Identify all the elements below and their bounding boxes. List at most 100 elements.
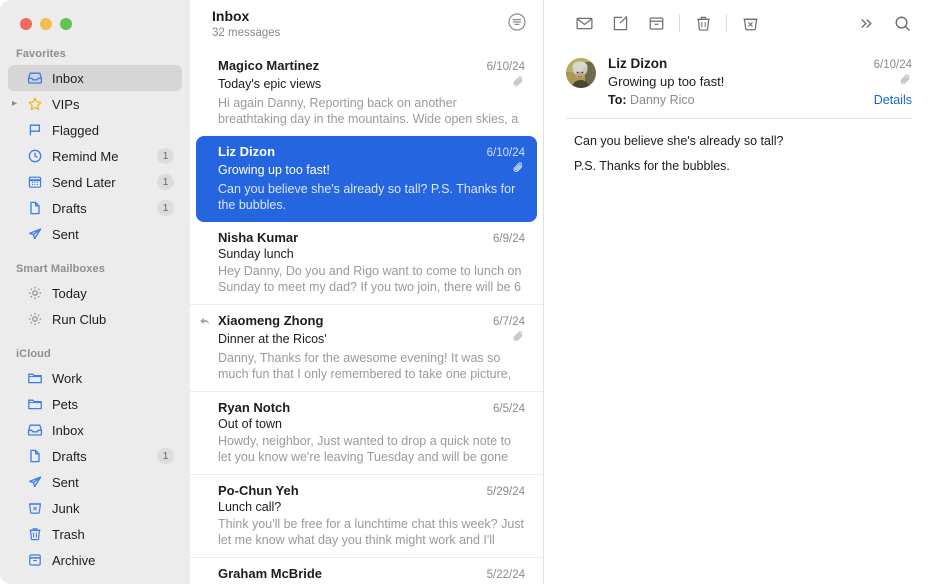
sidebar-item-icloud-sent[interactable]: Sent xyxy=(8,469,182,495)
message-sender: Ryan Notch xyxy=(218,400,290,415)
sidebar-item-send-later[interactable]: Send Later 1 xyxy=(8,169,182,195)
sidebar-item-label: Pets xyxy=(52,397,182,412)
message-subject: Sunday lunch xyxy=(218,247,294,261)
folder-icon xyxy=(26,396,43,413)
body-paragraph: P.S. Thanks for the bubbles. xyxy=(574,158,912,175)
gear-icon xyxy=(26,285,43,302)
paper-plane-icon xyxy=(26,474,43,491)
message-subject: Today's epic views xyxy=(218,77,321,91)
sort-filter-icon[interactable] xyxy=(507,12,527,37)
message-list-item[interactable]: Nisha Kumar 6/9/24 Sunday lunch Hey Dann… xyxy=(190,222,543,304)
message-sender: Graham McBride xyxy=(218,566,322,581)
message-subject: Lunch call? xyxy=(218,500,281,514)
unread-badge: 1 xyxy=(157,448,174,464)
minimize-button[interactable] xyxy=(40,18,52,30)
sidebar-item-trash[interactable]: Trash xyxy=(8,521,182,547)
chevron-double-right-icon[interactable] xyxy=(848,9,884,37)
mail-window: Favorites Inbox ▸ VIPs xyxy=(0,0,934,584)
to-label: To: xyxy=(608,93,627,107)
paper-plane-icon xyxy=(26,226,43,243)
message-body: Can you believe she's already so tall? P… xyxy=(544,119,934,175)
sidebar-item-flagged[interactable]: Flagged xyxy=(8,117,182,143)
sidebar-item-pets[interactable]: Pets xyxy=(8,391,182,417)
inbox-icon xyxy=(26,70,43,87)
sidebar-item-drafts[interactable]: Drafts 1 xyxy=(8,195,182,221)
message-date: 6/10/24 xyxy=(487,61,525,73)
sidebar-item-label: Today xyxy=(52,286,182,301)
reply-arrow-icon xyxy=(198,315,211,333)
message-list-item[interactable]: Po-Chun Yeh 5/29/24 Lunch call? Think yo… xyxy=(190,474,543,557)
document-icon xyxy=(26,448,43,465)
sidebar-item-icloud-inbox[interactable]: Inbox xyxy=(8,417,182,443)
delete-button[interactable] xyxy=(685,9,721,37)
mark-unread-button[interactable] xyxy=(566,9,602,37)
gear-icon xyxy=(26,311,43,328)
toolbar-separator xyxy=(679,14,680,32)
archive-button[interactable] xyxy=(638,9,674,37)
trash-icon xyxy=(26,526,43,543)
paperclip-icon xyxy=(512,161,525,179)
message-sender: Magico Martinez xyxy=(218,58,319,73)
message-recipients: To: Danny Rico xyxy=(608,93,695,107)
message-date: 6/5/24 xyxy=(493,403,525,415)
message-date: 6/7/24 xyxy=(493,316,525,328)
sidebar-item-label: Drafts xyxy=(52,201,157,216)
details-link[interactable]: Details xyxy=(874,93,912,107)
sidebar-item-work[interactable]: Work xyxy=(8,365,182,391)
message-date: 6/9/24 xyxy=(493,233,525,245)
sidebar-item-remind-me[interactable]: Remind Me 1 xyxy=(8,143,182,169)
message-list-item[interactable]: Magico Martinez 6/10/24 Today's epic vie… xyxy=(190,50,543,136)
paperclip-icon xyxy=(512,75,525,93)
document-icon xyxy=(26,200,43,217)
sidebar-item-archive[interactable]: Archive xyxy=(8,547,182,573)
to-value: Danny Rico xyxy=(630,93,695,107)
sidebar-item-icloud-drafts[interactable]: Drafts 1 xyxy=(8,443,182,469)
sidebar-item-label: Sent xyxy=(52,227,182,242)
message-preview: Can you believe she's already so tall? P… xyxy=(218,181,525,213)
message-detail-pane: Liz Dizon 6/10/24 Growing up too fast! T… xyxy=(544,0,934,584)
message-date: 5/22/24 xyxy=(487,569,525,581)
sidebar-item-today[interactable]: Today xyxy=(8,280,182,306)
archive-icon xyxy=(26,552,43,569)
spacer xyxy=(0,332,190,342)
sidebar-item-junk[interactable]: Junk xyxy=(8,495,182,521)
mailbox-title: Inbox xyxy=(212,8,280,25)
sidebar-item-label: Inbox xyxy=(52,71,182,86)
sidebar-item-label: VIPs xyxy=(52,97,182,112)
chevron-right-icon[interactable]: ▸ xyxy=(12,99,17,109)
message-list-item[interactable]: Ryan Notch 6/5/24 Out of town Howdy, nei… xyxy=(190,391,543,474)
zoom-button[interactable] xyxy=(60,18,72,30)
message-list-header: Inbox 32 messages xyxy=(190,0,543,50)
junk-bin-icon xyxy=(26,500,43,517)
message-preview: Howdy, neighbor, Just wanted to drop a q… xyxy=(218,433,525,465)
inbox-icon xyxy=(26,422,43,439)
spacer xyxy=(0,247,190,257)
message-sender: Xiaomeng Zhong xyxy=(218,313,323,328)
sidebar-item-run-club[interactable]: Run Club xyxy=(8,306,182,332)
sidebar: Favorites Inbox ▸ VIPs xyxy=(0,0,190,584)
message-subject: Growing up too fast! xyxy=(608,74,724,89)
message-preview: Think you'll be free for a lunchtime cha… xyxy=(218,516,525,548)
message-list-item[interactable]: Xiaomeng Zhong 6/7/24 Dinner at the Rico… xyxy=(190,304,543,391)
compose-button[interactable] xyxy=(602,9,638,37)
folder-icon xyxy=(26,370,43,387)
sidebar-item-vips[interactable]: ▸ VIPs xyxy=(8,91,182,117)
junk-button[interactable] xyxy=(732,9,768,37)
paperclip-icon xyxy=(899,73,912,91)
close-button[interactable] xyxy=(20,18,32,30)
sidebar-item-label: Work xyxy=(52,371,182,386)
message-list[interactable]: Inbox 32 messages Magico Martinez 6/10/2… xyxy=(190,0,544,584)
sidebar-item-label: Inbox xyxy=(52,423,182,438)
message-list-item[interactable]: Graham McBride 5/22/24 Book Club Are you… xyxy=(190,557,543,584)
search-icon[interactable] xyxy=(884,9,920,37)
sidebar-item-sent[interactable]: Sent xyxy=(8,221,182,247)
message-sender-name: Liz Dizon xyxy=(608,56,667,71)
window-controls xyxy=(0,0,190,42)
message-date: 6/10/24 xyxy=(487,147,525,159)
sidebar-item-label: Remind Me xyxy=(52,149,157,164)
message-subject: Out of town xyxy=(218,417,282,431)
message-list-item-selected[interactable]: Liz Dizon 6/10/24 Growing up too fast! C… xyxy=(196,136,537,222)
clock-icon xyxy=(26,148,43,165)
sidebar-item-inbox[interactable]: Inbox xyxy=(8,65,182,91)
sidebar-item-label: Junk xyxy=(52,501,182,516)
